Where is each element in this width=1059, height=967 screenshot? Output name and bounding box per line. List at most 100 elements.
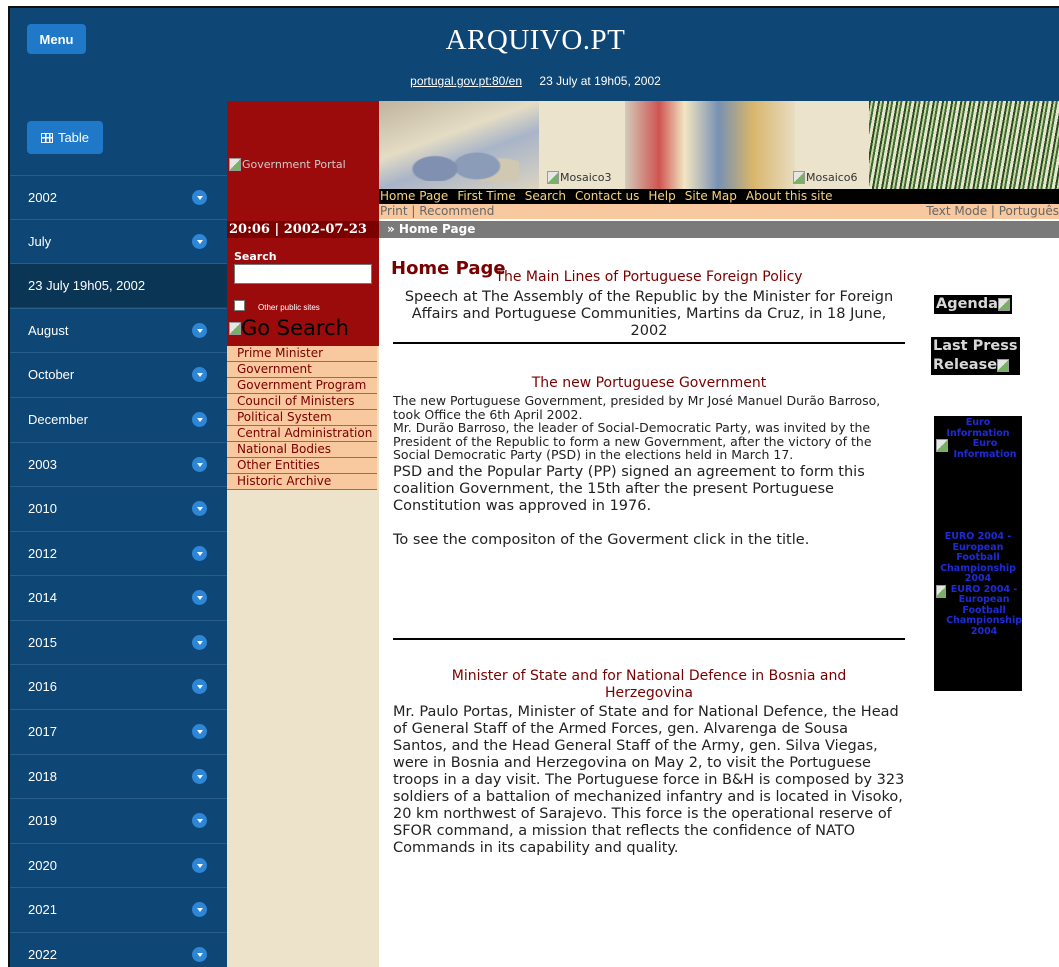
chevron-down-icon[interactable] (192, 635, 207, 650)
sidebar-item-2018[interactable]: 2018 (10, 754, 227, 798)
archive-header: Menu ARQUIVO.PT portugal.gov.pt:80/en 23… (10, 8, 1059, 101)
chevron-down-icon[interactable] (192, 947, 207, 962)
chevron-down-icon[interactable] (192, 457, 207, 472)
sidebar-item-2022[interactable]: 2022 (10, 932, 227, 967)
chevron-down-icon[interactable] (192, 546, 207, 561)
search-panel: Search Other public sites Go Search (227, 238, 379, 346)
sidebar-item-2020[interactable]: 2020 (10, 843, 227, 887)
chevron-down-icon[interactable] (192, 679, 207, 694)
sidebar-item-2015[interactable]: 2015 (10, 620, 227, 664)
go-search-button[interactable]: Go Search (229, 316, 349, 340)
sidebar-item-october[interactable]: October (10, 352, 227, 396)
sidebar-item-2002[interactable]: 2002 (10, 175, 227, 219)
sidebar-item-label: August (28, 323, 69, 338)
nav-help[interactable]: Help (648, 189, 675, 204)
nav-about-this-site[interactable]: About this site (746, 189, 833, 204)
nav-first-time[interactable]: First Time (457, 189, 515, 204)
nav-search[interactable]: Search (525, 189, 566, 204)
chevron-down-icon[interactable] (192, 412, 207, 427)
chevron-down-icon[interactable] (192, 367, 207, 382)
nav-site-map[interactable]: Site Map (685, 189, 737, 204)
euro-2004-image[interactable]: EURO 2004 - European Football Championsh… (934, 584, 1022, 638)
nav-contact-us[interactable]: Contact us (575, 189, 639, 204)
sidebar-item-label: 2010 (28, 501, 57, 516)
archived-url-link[interactable]: portugal.gov.pt:80/en (410, 74, 522, 88)
agenda-link[interactable]: Agenda (934, 295, 1012, 314)
search-label: Search (234, 250, 277, 263)
sidebar-item-2016[interactable]: 2016 (10, 664, 227, 708)
left-nav-menu: Prime Minister Government Government Progr… (227, 346, 379, 967)
sidebar-item-2010[interactable]: 2010 (10, 486, 227, 530)
sidebar-item-label: 2020 (28, 858, 57, 873)
last-press-release-link[interactable]: Last Press Release (931, 337, 1020, 375)
sidebar-item-2014[interactable]: 2014 (10, 575, 227, 619)
article-defence-bosnia: Minister of State and for National Defen… (393, 668, 905, 857)
table-icon (40, 132, 53, 143)
sidebar-item-december[interactable]: December (10, 397, 227, 441)
article-title[interactable]: The Main Lines of Portuguese Foreign Pol… (393, 269, 905, 286)
article-body: Mr. Paulo Portas, Minister of State and … (393, 704, 905, 856)
archive-viewer: Menu ARQUIVO.PT portugal.gov.pt:80/en 23… (8, 6, 1059, 967)
left-nav-government[interactable]: Government (227, 362, 377, 378)
sidebar-item-label: 2014 (28, 590, 57, 605)
nav-home-page[interactable]: Home Page (380, 189, 448, 204)
euro-information-image[interactable]: Euro Information (934, 438, 1022, 460)
search-input[interactable] (234, 264, 372, 284)
government-portal-logo[interactable]: Government Portal (227, 101, 379, 232)
agenda-label: Agenda (936, 296, 998, 312)
press-release-line-2: Release (933, 357, 998, 373)
chevron-down-icon[interactable] (192, 190, 207, 205)
banner-artwork-3 (869, 101, 1059, 189)
sidebar-item-label: 2003 (28, 457, 57, 472)
chevron-down-icon[interactable] (192, 858, 207, 873)
banner-artwork-1 (379, 101, 539, 189)
left-nav-historic-archive[interactable]: Historic Archive (227, 474, 377, 490)
chevron-down-icon[interactable] (192, 813, 207, 828)
left-nav-other-entities[interactable]: Other Entities (227, 458, 377, 474)
article-title[interactable]: Minister of State and for National Defen… (393, 668, 905, 702)
capture-info: portugal.gov.pt:80/en 23 July at 19h05, … (10, 74, 1059, 88)
chevron-down-icon[interactable] (192, 501, 207, 516)
left-nav-prime-minister[interactable]: Prime Minister (227, 346, 377, 362)
euro-2004-link[interactable]: EURO 2004 - European Football Championsh… (934, 531, 1022, 585)
left-nav-political-system[interactable]: Political System (227, 410, 377, 426)
left-nav-government-program[interactable]: Government Program (227, 378, 377, 394)
sidebar-item-july[interactable]: July (10, 219, 227, 263)
chevron-down-icon[interactable] (192, 769, 207, 784)
sidebar-item-label: 2017 (28, 724, 57, 739)
left-nav-central-administration[interactable]: Central Administration (227, 426, 377, 442)
archive-logo[interactable]: ARQUIVO.PT (10, 24, 1059, 57)
sidebar-item-2021[interactable]: 2021 (10, 887, 227, 931)
print-recommend-links[interactable]: Print | Recommend (380, 204, 494, 218)
archived-page: Government Portal Mosaico3 Mosaico6 Home… (227, 101, 1059, 967)
other-public-sites-checkbox[interactable] (234, 300, 245, 311)
chevron-down-icon[interactable] (192, 724, 207, 739)
government-portal-alt-text: Government Portal (242, 158, 346, 171)
text-mode-language-links[interactable]: Text Mode | Português (926, 204, 1059, 218)
sidebar-item-2019[interactable]: 2019 (10, 798, 227, 842)
left-nav-council-of-ministers[interactable]: Council of Ministers (227, 394, 377, 410)
sidebar-item-august[interactable]: August (10, 308, 227, 352)
euro-information-link[interactable]: Euro Information (934, 417, 1022, 439)
sidebar-item-2003[interactable]: 2003 (10, 442, 227, 486)
article-body: PSD and the Popular Party (PP) signed an… (393, 463, 865, 514)
version-sidebar: Table 2002 July 23 July 19h05, 2002 August O… (10, 101, 227, 967)
sidebar-item-2012[interactable]: 2012 (10, 531, 227, 575)
mosaic6-image: Mosaico6 (793, 171, 858, 184)
article-title[interactable]: The new Portuguese Government (393, 375, 905, 392)
sidebar-item-23-july-19h05-2002[interactable]: 23 July 19h05, 2002 (10, 263, 227, 307)
capture-date: 23 July at 19h05, 2002 (539, 74, 661, 88)
table-view-button[interactable]: Table (27, 121, 103, 154)
article-foreign-policy: The Main Lines of Portuguese Foreign Pol… (393, 269, 905, 340)
sidebar-item-label: 2018 (28, 769, 57, 784)
sidebar-item-2017[interactable]: 2017 (10, 709, 227, 753)
chevron-down-icon[interactable] (192, 323, 207, 338)
government-portal-alt: Government Portal (229, 158, 346, 171)
chevron-down-icon[interactable] (192, 902, 207, 917)
article-body: Speech at The Assembly of the Republic b… (404, 289, 894, 339)
chevron-down-icon[interactable] (192, 590, 207, 605)
utility-bar: Print | Recommend Text Mode | Português (379, 204, 1059, 219)
chevron-down-icon[interactable] (192, 234, 207, 249)
sidebar-item-label: 2019 (28, 813, 57, 828)
left-nav-national-bodies[interactable]: National Bodies (227, 442, 377, 458)
